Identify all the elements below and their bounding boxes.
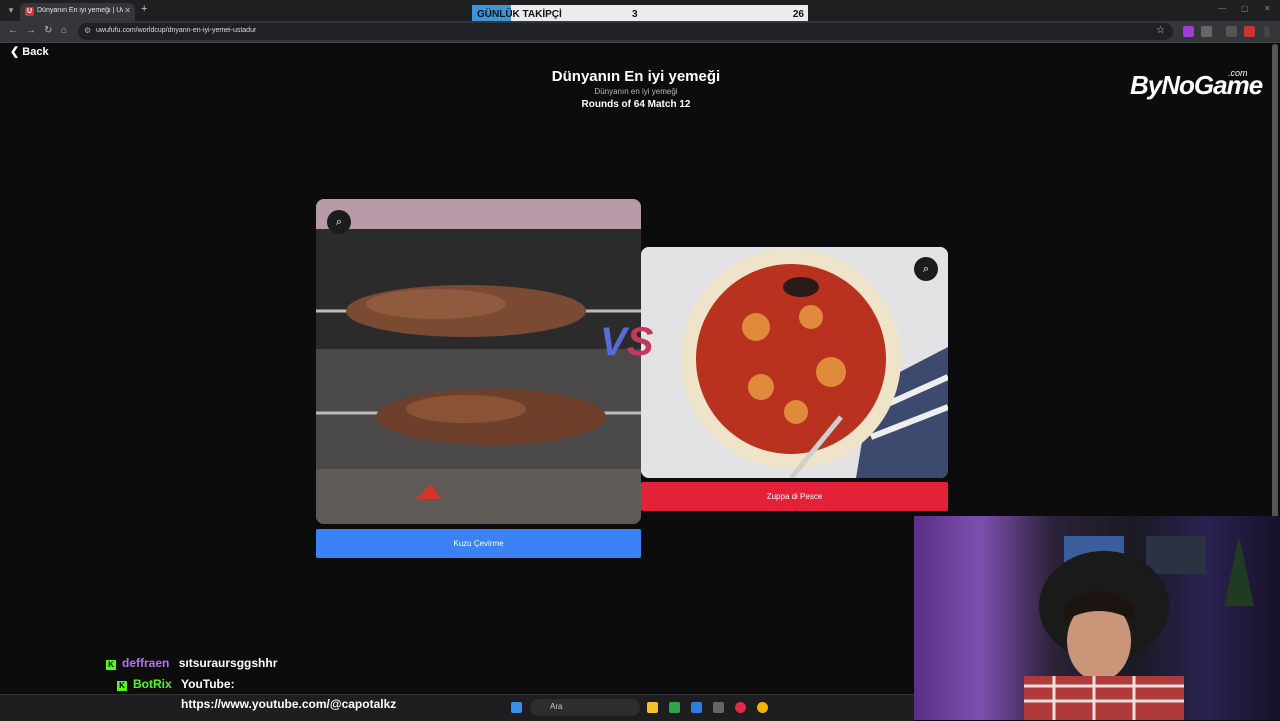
choice-image-left[interactable]: ⌕	[316, 199, 641, 524]
url-field[interactable]: ⚙ uwufufu.com/worldcup/dnyann-en-iyi-yem…	[78, 23, 1173, 40]
zoom-in-icon[interactable]: ⌕	[327, 210, 351, 234]
chat-message: Kdeffraen sıtsuraursggshhr	[106, 656, 277, 670]
back-button[interactable]: ❮ Back	[10, 45, 49, 58]
choice-button-left[interactable]: Kuzu Çevirme	[316, 529, 641, 558]
chat-username: deffraen	[122, 656, 170, 670]
forward-arrow-icon[interactable]: →	[26, 25, 36, 36]
webcam-overlay	[914, 516, 1280, 720]
menu-dots-icon[interactable]	[1264, 26, 1270, 37]
follower-current-count: 3	[632, 9, 638, 20]
logo-suffix: .com	[1228, 68, 1248, 78]
browser-tab[interactable]: U Dünyanın En iyi yemeği | UwUf ✕	[20, 3, 135, 21]
site-favicon-icon: U	[25, 7, 34, 16]
chevron-left-icon: ❮	[10, 46, 20, 58]
chat-text: sıtsuraursggshhr	[178, 656, 278, 670]
start-menu-icon[interactable]	[511, 702, 522, 713]
chat-link-text: https://www.youtube.com/@capotalkz	[181, 697, 397, 711]
bookmark-star-icon[interactable]: ☆	[1156, 25, 1165, 36]
streamer-webcam-image	[1024, 536, 1254, 720]
url-text: uwufufu.com/worldcup/dnyann-en-iyi-yemei…	[96, 27, 257, 34]
back-arrow-icon[interactable]: ←	[8, 25, 18, 36]
page-title: Dünyanın En iyi yemeği	[551, 68, 721, 85]
back-label: Back	[22, 46, 49, 58]
maximize-icon[interactable]: ▢	[1241, 4, 1249, 13]
windows-taskbar: Ara	[0, 694, 914, 721]
choice-button-right[interactable]: Zuppa di Pesce	[641, 482, 948, 511]
kick-badge-icon: K	[106, 660, 116, 670]
page-subtitle: Dünyanın en iyi yemeği	[594, 87, 678, 96]
file-explorer-icon[interactable]	[647, 702, 658, 713]
taskbar-search[interactable]: Ara	[530, 699, 640, 716]
tab-title: Dünyanın En iyi yemeği | UwUf	[37, 7, 123, 14]
new-tab-icon[interactable]: +	[141, 3, 147, 15]
choice-image-right[interactable]: ⌕	[641, 247, 948, 478]
media-icon[interactable]	[1226, 26, 1237, 37]
follower-goal-label: GÜNLÜK TAKİPÇİ	[477, 9, 562, 20]
lamb-roast-image	[316, 199, 641, 524]
taskbar-search-placeholder: Ara	[550, 702, 563, 711]
extensions-puzzle-icon[interactable]	[1201, 26, 1212, 37]
app-icon[interactable]	[713, 702, 724, 713]
tab-close-icon[interactable]: ✕	[124, 6, 131, 15]
follower-goal-count: 26	[792, 9, 804, 20]
round-info: Rounds of 64 Match 12	[581, 99, 691, 110]
app-icon[interactable]	[691, 702, 702, 713]
extension-icon[interactable]	[1183, 26, 1194, 37]
tab-search-icon[interactable]: ▾	[4, 4, 18, 17]
chat-message: K BotRix YouTube:	[117, 677, 235, 691]
chat-text: YouTube:	[181, 677, 235, 691]
address-bar: ← → ↻ ⌂ ⚙ uwufufu.com/worldcup/dnyann-en…	[0, 21, 1280, 43]
profile-avatar-icon[interactable]	[1244, 26, 1255, 37]
minimize-icon[interactable]: —	[1218, 4, 1226, 13]
home-icon[interactable]: ⌂	[61, 25, 67, 36]
site-info-icon[interactable]: ⚙	[84, 26, 91, 35]
reload-icon[interactable]: ↻	[44, 25, 52, 36]
seafood-soup-image	[641, 247, 948, 478]
kick-badge-icon: K	[117, 681, 127, 691]
zoom-in-icon[interactable]: ⌕	[914, 257, 938, 281]
chat-username: BotRix	[133, 677, 172, 691]
chrome-icon[interactable]	[757, 702, 768, 713]
vs-label: VS	[600, 320, 654, 364]
window-close-icon[interactable]: ✕	[1264, 4, 1271, 13]
app-icon[interactable]	[669, 702, 680, 713]
media-app-icon[interactable]	[735, 702, 746, 713]
